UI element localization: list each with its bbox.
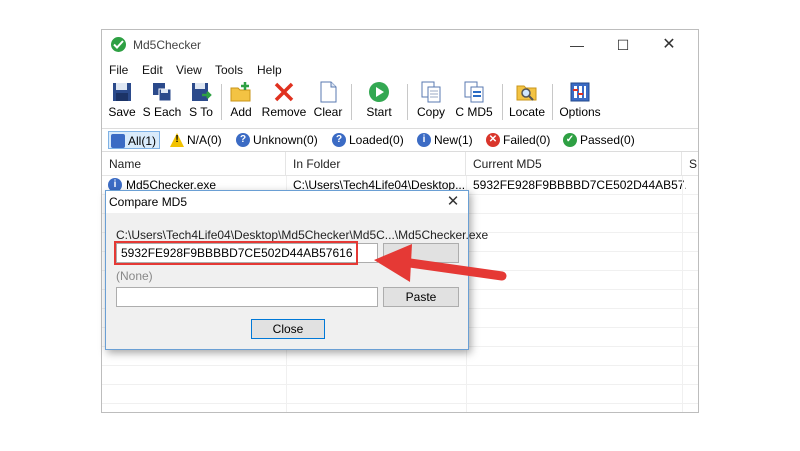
add-button[interactable]: Add — [227, 81, 255, 125]
red-arrow-annotation — [374, 244, 507, 282]
dialog-title: Compare MD5 — [109, 195, 188, 209]
floppy-icon — [113, 83, 131, 101]
app-check-icon — [111, 37, 126, 52]
copy-documents-icon — [421, 81, 441, 103]
filter-all[interactable]: All(1) — [108, 131, 161, 149]
column-divider — [682, 176, 683, 412]
window-title: Md5Checker — [133, 38, 202, 52]
filter-loaded[interactable]: ? Loaded(0) — [330, 131, 404, 149]
start-button[interactable]: Start — [364, 81, 394, 125]
toolbar-separator — [502, 84, 503, 120]
column-in-folder[interactable]: In Folder — [286, 152, 466, 176]
list-header: Name In Folder Current MD5 S — [102, 152, 698, 176]
toolbar-separator — [407, 84, 408, 120]
filter-failed[interactable]: ✕ Failed(0) — [484, 131, 550, 149]
compare-status-label: (None) — [116, 269, 153, 283]
save-to-button[interactable]: S To — [186, 81, 216, 125]
column-s[interactable]: S — [682, 152, 698, 176]
locate-button[interactable]: Locate — [508, 81, 546, 125]
folder-search-icon — [516, 85, 537, 101]
row-md5: 5932FE928F9BBBBD7CE502D44AB57... — [473, 178, 686, 192]
filter-bar: All(1) ! N/A(0) ? Unknown(0) ? Loaded(0)… — [102, 128, 698, 150]
title-bar[interactable]: Md5Checker — ☐ ✕ — [102, 30, 698, 60]
question-icon: ? — [236, 133, 250, 147]
question-icon: ? — [332, 133, 346, 147]
floppy-arrow-icon — [192, 83, 212, 101]
remove-x-icon — [274, 82, 294, 102]
menu-tools[interactable]: Tools — [215, 63, 243, 77]
compare-md5-input[interactable] — [116, 287, 378, 307]
menu-edit[interactable]: Edit — [142, 63, 163, 77]
copy-md5-button[interactable]: C MD5 — [454, 81, 494, 125]
filter-new[interactable]: i New(1) — [415, 131, 473, 149]
empty-row — [102, 385, 698, 404]
column-name[interactable]: Name — [102, 152, 286, 176]
copy-button[interactable]: Copy — [415, 81, 447, 125]
copy-md5-icon — [464, 81, 484, 103]
menu-view[interactable]: View — [176, 63, 202, 77]
toolbar-separator — [221, 84, 222, 120]
filter-unknown[interactable]: ? Unknown(0) — [234, 131, 318, 149]
options-button[interactable]: Options — [558, 81, 602, 125]
dialog-close-button[interactable]: ✕ — [442, 191, 464, 213]
filter-na[interactable]: ! N/A(0) — [168, 131, 222, 149]
clear-button[interactable]: Clear — [312, 81, 344, 125]
column-current-md5[interactable]: Current MD5 — [466, 152, 682, 176]
minimize-button[interactable]: — — [554, 30, 600, 60]
filter-passed[interactable]: ✓ Passed(0) — [561, 131, 635, 149]
failed-x-icon: ✕ — [486, 133, 500, 147]
toolbar: Save S Each S To Add Remove Clear Start — [102, 81, 698, 125]
empty-row — [102, 366, 698, 385]
blank-document-icon — [320, 81, 337, 103]
dialog-close-action-button[interactable]: Close — [251, 319, 325, 339]
options-settings-icon — [570, 82, 590, 102]
save-each-button[interactable]: S Each — [142, 81, 182, 125]
info-icon: i — [417, 133, 431, 147]
warning-icon: ! — [170, 133, 184, 147]
play-icon — [369, 82, 389, 102]
md5-highlight-box — [114, 241, 358, 265]
maximize-button[interactable]: ☐ — [600, 30, 646, 60]
folder-add-icon — [230, 82, 251, 102]
toolbar-separator — [552, 84, 553, 120]
remove-button[interactable]: Remove — [261, 81, 307, 125]
floppy-multiple-icon — [153, 83, 172, 102]
save-button[interactable]: Save — [107, 81, 137, 125]
dialog-title-bar[interactable]: Compare MD5 ✕ — [106, 191, 468, 213]
menu-help[interactable]: Help — [257, 63, 282, 77]
menu-file[interactable]: File — [109, 63, 128, 77]
passed-check-icon: ✓ — [563, 133, 577, 147]
menu-bar: File Edit View Tools Help — [102, 61, 698, 79]
close-window-button[interactable]: ✕ — [646, 30, 692, 60]
toolbar-separator — [351, 84, 352, 120]
list-grid-icon — [111, 134, 125, 148]
